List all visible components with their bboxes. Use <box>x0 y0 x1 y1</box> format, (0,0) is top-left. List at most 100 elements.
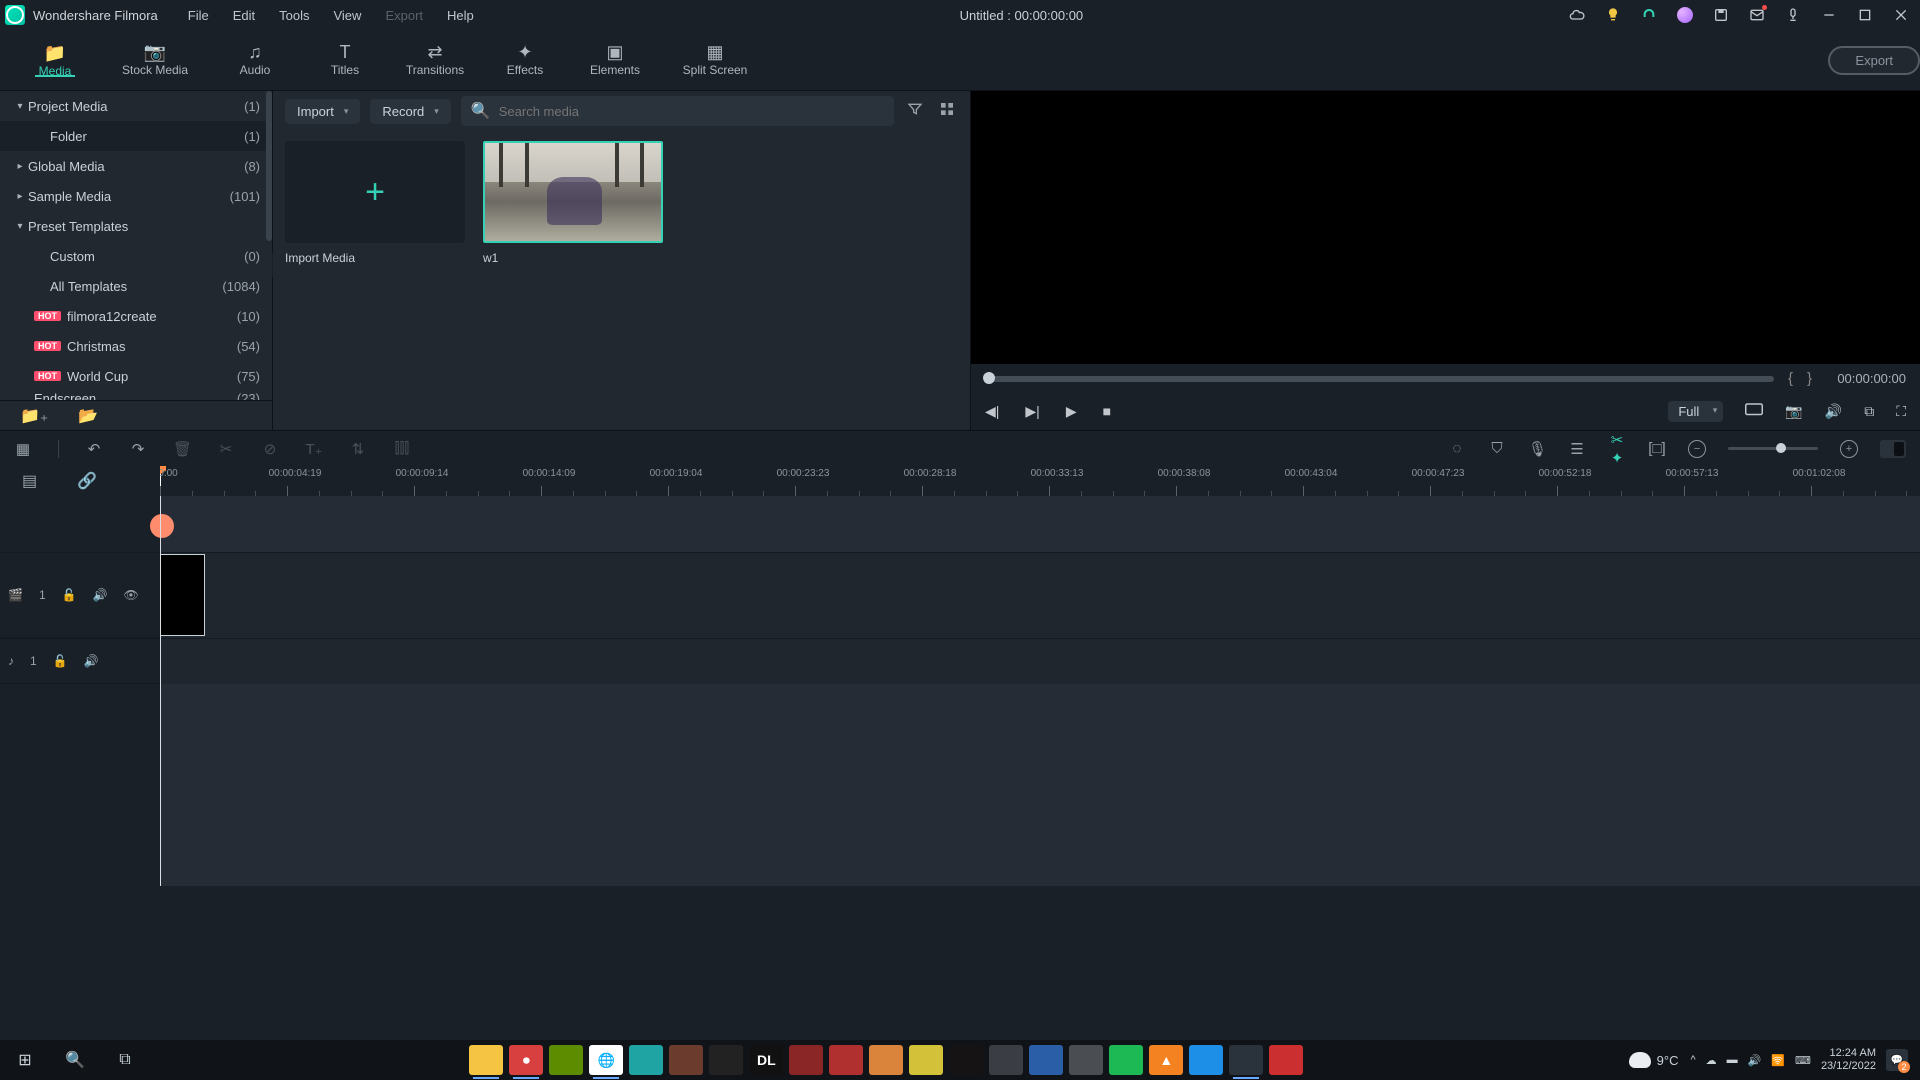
auto-ripple-icon[interactable]: ✂✦ <box>1608 431 1626 467</box>
menu-file[interactable]: File <box>188 8 209 23</box>
account-avatar-icon[interactable] <box>1677 7 1693 23</box>
tray-language-icon[interactable]: ⌨ <box>1795 1054 1811 1067</box>
undo-button[interactable]: ↶ <box>85 440 103 458</box>
timeline-clip[interactable] <box>160 554 205 636</box>
sidebar-item-preset-templates[interactable]: ▾Preset Templates <box>0 211 272 241</box>
sidebar-item-filmora12create[interactable]: HOTfilmora12create(10) <box>0 301 272 331</box>
menu-tools[interactable]: Tools <box>279 8 309 23</box>
mute-icon[interactable]: 🔊 <box>84 654 99 668</box>
grid-view-icon[interactable] <box>936 101 958 122</box>
redo-button[interactable]: ↷ <box>129 440 147 458</box>
voiceover-mic-icon[interactable]: 🎙 <box>1528 440 1546 458</box>
lock-icon[interactable]: 🔓 <box>53 654 68 668</box>
text-tool-icon[interactable]: T₊ <box>305 440 323 458</box>
display-toggle-icon[interactable] <box>1745 403 1763 420</box>
snapshot-icon[interactable]: 📷 <box>1785 403 1802 420</box>
record-dropdown[interactable]: Record▾ <box>370 99 450 124</box>
tab-split-screen[interactable]: ▦ Split Screen <box>660 30 770 90</box>
clip-audio-bubble-icon[interactable] <box>150 514 174 538</box>
render-icon[interactable]: ◌ <box>1448 440 1466 457</box>
notifications-button[interactable]: 💬 <box>1886 1049 1908 1071</box>
sidebar-item-sample-media[interactable]: ▸Sample Media(101) <box>0 181 272 211</box>
taskbar-nvidia-icon[interactable] <box>549 1045 583 1075</box>
taskbar-dl-icon[interactable]: DL <box>749 1045 783 1075</box>
play-backward-button[interactable]: ▶| <box>1025 403 1039 420</box>
import-media-tile[interactable]: + Import Media <box>285 141 465 265</box>
windows-search-button[interactable]: 🔍 <box>56 1041 94 1079</box>
preview-viewport[interactable] <box>971 91 1920 364</box>
taskbar-weather[interactable]: 9°C <box>1629 1052 1679 1068</box>
tray-network-icon[interactable]: 🛜 <box>1771 1054 1785 1067</box>
taskbar-app2-icon[interactable] <box>709 1045 743 1075</box>
zoom-slider[interactable] <box>1728 447 1818 450</box>
seek-knob[interactable] <box>983 372 995 384</box>
taskbar-app3-icon[interactable] <box>789 1045 823 1075</box>
mixer-icon[interactable]: ☰ <box>1568 440 1586 458</box>
import-dropdown[interactable]: Import▾ <box>285 99 360 124</box>
tray-volume-icon[interactable]: 🔊 <box>1748 1054 1762 1067</box>
folder-open-icon[interactable]: 📂 <box>78 406 98 426</box>
taskbar-app7-icon[interactable] <box>949 1045 983 1075</box>
close-button[interactable] <box>1893 7 1909 23</box>
messages-icon[interactable] <box>1749 7 1765 23</box>
playhead-line[interactable] <box>160 496 161 886</box>
volume-icon[interactable]: 🔊 <box>1825 403 1842 420</box>
taskbar-vlc-icon[interactable]: ▲ <box>1149 1045 1183 1075</box>
visibility-icon[interactable]: 👁 <box>124 588 139 602</box>
sidebar-item-global-media[interactable]: ▸Global Media(8) <box>0 151 272 181</box>
mark-in-button[interactable]: { <box>1788 370 1793 387</box>
taskbar-app1-icon[interactable] <box>669 1045 703 1075</box>
mute-icon[interactable]: 🔊 <box>93 588 108 602</box>
menu-view[interactable]: View <box>333 8 361 23</box>
zoom-to-fit-toggle[interactable] <box>1880 440 1906 458</box>
save-icon[interactable] <box>1713 7 1729 23</box>
sidebar-item-world-cup[interactable]: HOTWorld Cup(75) <box>0 361 272 391</box>
fullscreen-icon[interactable]: ⛶ <box>1896 403 1906 420</box>
sidebar-item-christmas[interactable]: HOTChristmas(54) <box>0 331 272 361</box>
new-folder-icon[interactable]: 📁₊ <box>20 406 48 426</box>
headset-icon[interactable] <box>1641 7 1657 23</box>
equalizer-icon[interactable]: ⫿⫿⫿ <box>393 440 411 457</box>
taskbar-app12-icon[interactable] <box>1269 1045 1303 1075</box>
timeline-canvas[interactable] <box>160 496 1920 886</box>
split-button[interactable]: ✂ <box>217 440 235 458</box>
stop-button[interactable]: ■ <box>1103 403 1111 420</box>
taskbar-filmora-icon[interactable] <box>1229 1045 1263 1075</box>
sidebar-item-all-templates[interactable]: All Templates(1084) <box>0 271 272 301</box>
taskbar-app4-icon[interactable] <box>829 1045 863 1075</box>
audio-track-header[interactable]: ♪1 🔓 🔊 <box>0 638 160 684</box>
tab-effects[interactable]: ✦ Effects <box>480 30 570 90</box>
marker-icon[interactable]: [□] <box>1648 440 1666 457</box>
taskbar-app10-icon[interactable] <box>1069 1045 1103 1075</box>
pip-icon[interactable]: ⧉ <box>1864 403 1874 420</box>
crop-icon[interactable]: ⊘ <box>261 440 279 458</box>
audio-lane[interactable] <box>160 638 1920 684</box>
taskbar-app6-icon[interactable] <box>909 1045 943 1075</box>
windows-start-button[interactable]: ⊞ <box>6 1041 44 1079</box>
zoom-knob[interactable] <box>1776 443 1786 453</box>
mark-out-button[interactable]: } <box>1807 370 1812 387</box>
tab-media[interactable]: 📁 Media <box>10 30 100 90</box>
minimize-button[interactable] <box>1821 7 1837 23</box>
maximize-button[interactable] <box>1857 7 1873 23</box>
media-clip-w1[interactable]: w1 <box>483 141 663 265</box>
cloud-icon[interactable] <box>1569 7 1585 23</box>
zoom-in-button[interactable]: + <box>1840 440 1858 458</box>
taskbar-recorder-icon[interactable]: ⏺ <box>509 1045 543 1075</box>
preview-seek-bar[interactable] <box>985 376 1774 382</box>
taskbar-app5-icon[interactable] <box>869 1045 903 1075</box>
sidebar-item-custom[interactable]: Custom(0) <box>0 241 272 271</box>
layout-icon[interactable]: ▦ <box>14 440 32 458</box>
sidebar-item-project-media[interactable]: ▾Project Media(1) <box>0 91 272 121</box>
delete-button[interactable]: 🗑 <box>173 440 191 458</box>
search-input[interactable] <box>499 104 884 119</box>
adjust-icon[interactable]: ⇅ <box>349 440 367 458</box>
lightbulb-icon[interactable] <box>1605 7 1621 23</box>
taskbar-filmora-x-icon[interactable] <box>629 1045 663 1075</box>
taskbar-app9-icon[interactable] <box>1029 1045 1063 1075</box>
tab-audio[interactable]: ♫ Audio <box>210 30 300 90</box>
mic-download-icon[interactable] <box>1785 7 1801 23</box>
search-media-field[interactable]: 🔍 <box>461 96 894 126</box>
preview-quality-dropdown[interactable]: Full <box>1668 401 1723 422</box>
link-icon[interactable]: 🔗 <box>77 471 97 491</box>
